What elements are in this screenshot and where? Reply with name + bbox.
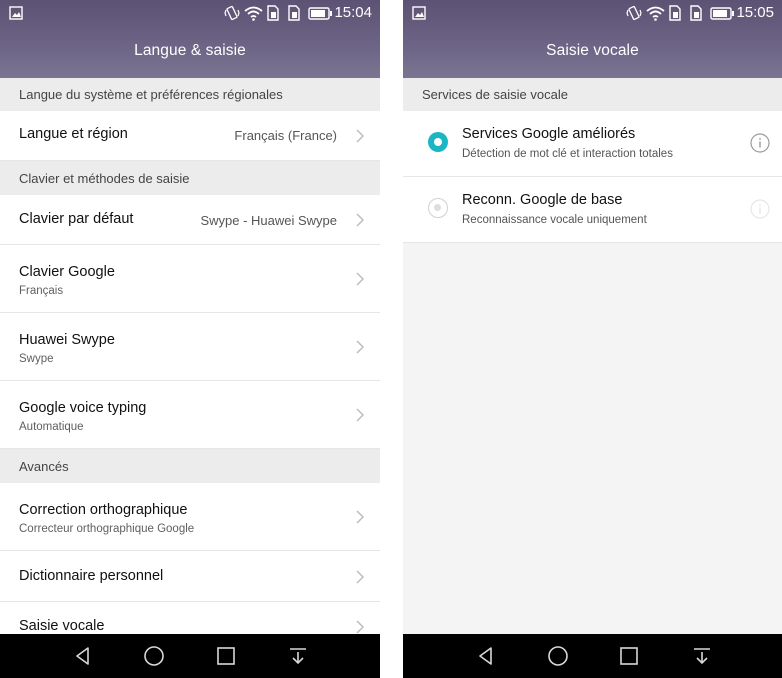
option-title: Services Google améliorés bbox=[462, 126, 636, 142]
info-icon bbox=[750, 199, 770, 219]
chevron-right-icon bbox=[356, 620, 365, 634]
chevron-right-icon bbox=[356, 129, 365, 143]
option-subtitle: Reconnaissance vocale uniquement bbox=[462, 214, 647, 226]
radio-selected[interactable] bbox=[428, 132, 448, 152]
notification-down-icon[interactable] bbox=[691, 645, 713, 667]
row-subtitle: Swype bbox=[19, 353, 54, 365]
sim-icon bbox=[267, 5, 279, 21]
chevron-right-icon bbox=[356, 570, 365, 584]
row-huawei-swype[interactable]: Huawei Swype Swype bbox=[0, 313, 380, 381]
row-title: Clavier par défaut bbox=[19, 211, 134, 227]
row-correction-orthographique[interactable]: Correction orthographique Correcteur ort… bbox=[0, 483, 380, 551]
row-title: Correction orthographique bbox=[19, 502, 188, 518]
settings-list[interactable]: Langue du système et préférences régiona… bbox=[0, 78, 380, 634]
status-time: 15:04 bbox=[334, 4, 372, 21]
sim-icon bbox=[690, 5, 702, 21]
chevron-right-icon bbox=[356, 213, 365, 227]
home-icon[interactable] bbox=[547, 645, 569, 667]
row-subtitle: Français bbox=[19, 285, 64, 297]
section-header-voice-services: Services de saisie vocale bbox=[403, 78, 782, 111]
app-bar: 15:04 Langue & saisie bbox=[0, 0, 380, 78]
wifi-icon bbox=[646, 6, 665, 21]
option-google-enhanced[interactable]: Services Google améliorés Détection de m… bbox=[403, 111, 782, 177]
radio-unselected[interactable] bbox=[428, 198, 448, 218]
page-title: Saisie vocale bbox=[546, 42, 639, 59]
gallery-icon bbox=[9, 6, 23, 20]
back-icon[interactable] bbox=[72, 645, 94, 667]
wifi-icon bbox=[244, 6, 263, 21]
sim-icon bbox=[669, 5, 681, 21]
row-title: Google voice typing bbox=[19, 400, 147, 416]
battery-icon bbox=[710, 7, 734, 20]
recents-icon[interactable] bbox=[215, 645, 237, 667]
vibrate-icon bbox=[626, 5, 642, 21]
info-icon[interactable] bbox=[750, 133, 770, 153]
chevron-right-icon bbox=[356, 408, 365, 422]
vibrate-icon bbox=[224, 5, 240, 21]
row-clavier-google[interactable]: Clavier Google Français bbox=[0, 245, 380, 313]
row-langue-region[interactable]: Langue et région Français (France) bbox=[0, 111, 380, 161]
app-bar: 15:05 Saisie vocale bbox=[403, 0, 782, 78]
row-subtitle: Automatique bbox=[19, 421, 84, 433]
section-header-keyboards: Clavier et méthodes de saisie bbox=[0, 161, 380, 195]
page-title: Langue & saisie bbox=[134, 42, 246, 59]
row-title: Saisie vocale bbox=[19, 618, 105, 634]
row-subtitle: Correcteur orthographique Google bbox=[19, 523, 195, 535]
row-title: Langue et région bbox=[19, 126, 128, 142]
row-title: Dictionnaire personnel bbox=[19, 568, 164, 584]
recents-icon[interactable] bbox=[618, 645, 640, 667]
section-header-advanced: Avancés bbox=[0, 449, 380, 483]
row-value: Swype - Huawei Swype bbox=[200, 213, 337, 228]
sim-icon bbox=[288, 5, 300, 21]
voice-input-screen: 15:05 Saisie vocale Services de saisie v… bbox=[403, 0, 782, 678]
navigation-bar bbox=[0, 634, 380, 678]
section-header-system-language: Langue du système et préférences régiona… bbox=[0, 78, 380, 111]
option-google-basic[interactable]: Reconn. Google de base Reconnaissance vo… bbox=[403, 177, 782, 243]
chevron-right-icon bbox=[356, 272, 365, 286]
option-subtitle: Détection de mot clé et interaction tota… bbox=[462, 148, 673, 160]
row-clavier-defaut[interactable]: Clavier par défaut Swype - Huawei Swype bbox=[0, 195, 380, 245]
notification-down-icon[interactable] bbox=[287, 645, 309, 667]
gallery-icon bbox=[412, 6, 426, 20]
chevron-right-icon bbox=[356, 510, 365, 524]
row-saisie-vocale[interactable]: Saisie vocale bbox=[0, 602, 380, 634]
voice-services-list: Services de saisie vocale Services Googl… bbox=[403, 78, 782, 634]
option-title: Reconn. Google de base bbox=[462, 192, 623, 208]
row-google-voice-typing[interactable]: Google voice typing Automatique bbox=[0, 381, 380, 449]
back-icon[interactable] bbox=[475, 645, 497, 667]
row-dictionnaire-personnel[interactable]: Dictionnaire personnel bbox=[0, 551, 380, 602]
row-title: Clavier Google bbox=[19, 264, 115, 280]
settings-language-screen: 15:04 Langue & saisie Langue du système … bbox=[0, 0, 380, 678]
status-time: 15:05 bbox=[736, 4, 774, 21]
row-value: Français (France) bbox=[234, 128, 337, 143]
row-title: Huawei Swype bbox=[19, 332, 115, 348]
home-icon[interactable] bbox=[143, 645, 165, 667]
navigation-bar bbox=[403, 634, 782, 678]
battery-icon bbox=[308, 7, 332, 20]
chevron-right-icon bbox=[356, 340, 365, 354]
